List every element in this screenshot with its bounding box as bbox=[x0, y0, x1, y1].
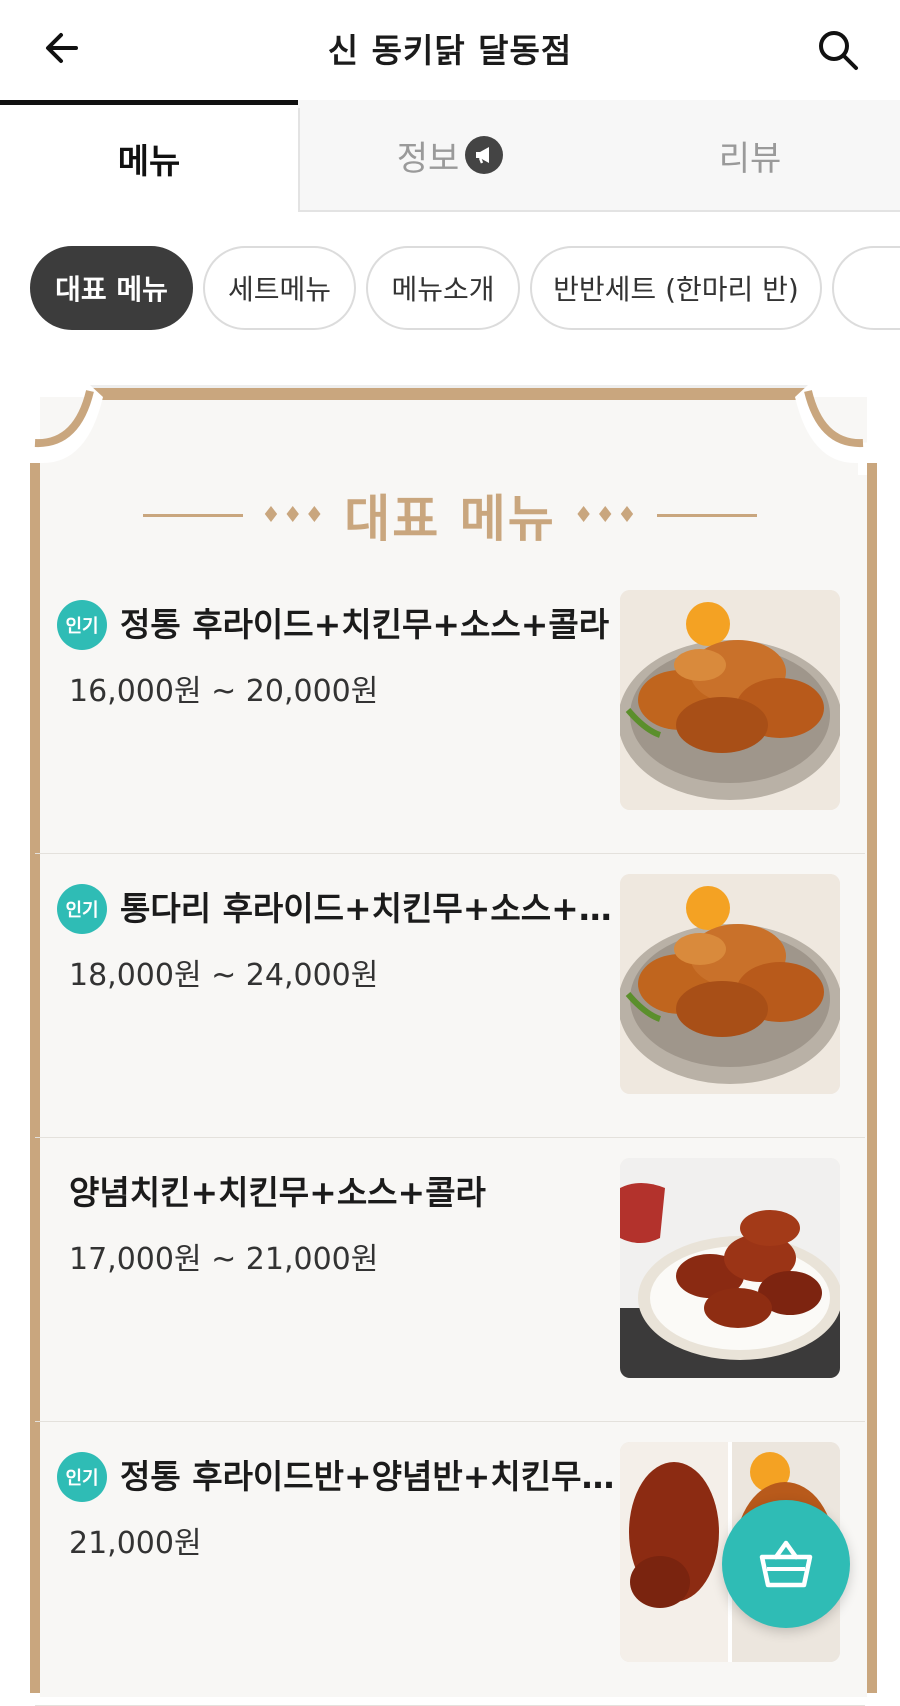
popular-badge: 인기 bbox=[57, 1452, 107, 1502]
cart-button[interactable] bbox=[722, 1500, 850, 1628]
ornament-line-left bbox=[143, 513, 244, 517]
chip-half-half-set[interactable]: 반반세트 (한마리 반) bbox=[530, 246, 822, 330]
tab-menu[interactable]: 메뉴 bbox=[0, 100, 298, 212]
menu-item-name: 정통 후라이드반+양념반+치킨무+소스+콜라 bbox=[120, 1457, 620, 1496]
section-title: 대표 메뉴 bbox=[344, 490, 556, 548]
menu-item-image bbox=[620, 874, 840, 1094]
seasoned-chicken-image bbox=[620, 1158, 840, 1378]
ornament-line-right bbox=[656, 513, 757, 517]
frame-top-border bbox=[90, 385, 808, 400]
ornament-diamonds-left: ♦♦♦ bbox=[261, 502, 327, 528]
tab-info-label: 정보 bbox=[396, 138, 460, 179]
menu-item[interactable]: 인기 정통 후라이드+치킨무+소스+콜라 16,000원 ~ 20,000원 bbox=[35, 570, 865, 854]
menu-item-name: 통다리 후라이드+치킨무+소스+콜라 bbox=[120, 889, 620, 928]
chip-set-menu[interactable]: 세트메뉴 bbox=[203, 246, 356, 330]
search-icon bbox=[819, 31, 858, 70]
ornament-diamonds-right: ♦♦♦ bbox=[573, 502, 639, 528]
megaphone-icon bbox=[465, 136, 504, 174]
chip-more[interactable] bbox=[832, 246, 900, 330]
section-header: ♦♦♦ 대표 메뉴 ♦♦♦ bbox=[0, 480, 900, 550]
menu-item-price: 16,000원 ~ 20,000원 bbox=[69, 674, 379, 709]
menu-item-name: 양념치킨+치킨무+소스+콜라 bbox=[69, 1173, 486, 1212]
search-button[interactable] bbox=[810, 22, 866, 78]
tab-info[interactable]: 정보 bbox=[300, 100, 600, 210]
fried-chicken-image bbox=[620, 590, 840, 810]
chip-menu-intro[interactable]: 메뉴소개 bbox=[366, 246, 520, 330]
menu-item-price: 17,000원 ~ 21,000원 bbox=[69, 1242, 379, 1277]
menu-item[interactable]: 인기 통다리 후라이드+치킨무+소스+콜라 18,000원 ~ 24,000원 bbox=[35, 854, 865, 1138]
menu-item-name: 정통 후라이드+치킨무+소스+콜라 bbox=[120, 605, 610, 644]
fried-chicken-image bbox=[620, 874, 840, 1094]
menu-item-price: 18,000원 ~ 24,000원 bbox=[69, 958, 379, 993]
frame-corner-left bbox=[15, 385, 103, 475]
menu-item[interactable]: 양념치킨+치킨무+소스+콜라 17,000원 ~ 21,000원 bbox=[35, 1138, 865, 1422]
tab-bar: 메뉴 정보 리뷰 bbox=[0, 100, 900, 212]
frame-right-border bbox=[867, 463, 877, 1693]
page-title: 신 동키닭 달동점 bbox=[327, 31, 573, 70]
menu-item-image bbox=[620, 1158, 840, 1378]
frame-corner-right bbox=[795, 385, 883, 475]
popular-badge: 인기 bbox=[57, 600, 107, 650]
popular-badge: 인기 bbox=[57, 884, 107, 934]
tab-menu-label: 메뉴 bbox=[117, 142, 181, 182]
chip-representative-menu[interactable]: 대표 메뉴 bbox=[30, 246, 193, 330]
tab-review[interactable]: 리뷰 bbox=[600, 100, 900, 210]
app-header: 신 동키닭 달동점 bbox=[0, 0, 900, 100]
category-chips: 대표 메뉴 세트메뉴 메뉴소개 반반세트 (한마리 반) bbox=[0, 212, 900, 360]
shopping-basket-icon bbox=[759, 1540, 813, 1588]
tab-review-label: 리뷰 bbox=[718, 138, 782, 179]
menu-item-image bbox=[620, 590, 840, 810]
menu-item-price: 21,000원 bbox=[69, 1526, 202, 1561]
